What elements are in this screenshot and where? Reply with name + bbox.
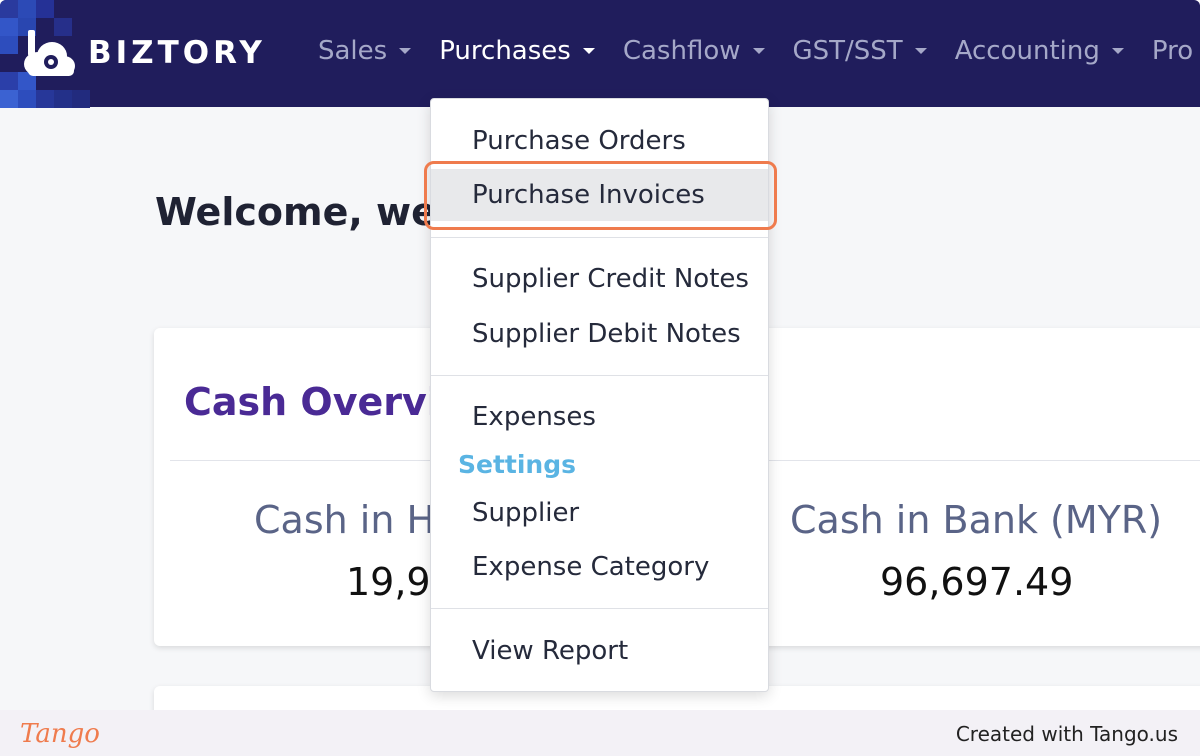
biztory-cloud-b-icon (22, 28, 76, 78)
menu-item-label: Supplier (472, 498, 580, 528)
menu-item-label: Purchase Orders (472, 126, 686, 156)
menu-item-label: Supplier Debit Notes (472, 319, 741, 349)
menu-item-label: Expenses (472, 402, 596, 432)
nav-gst-sst-label: GST/SST (792, 36, 903, 66)
menu-item-label: Expense Category (472, 552, 710, 582)
cash-in-hand-label: Cash in H (254, 498, 436, 542)
top-navbar: BIZTORY Sales Purchases Cashflow GST/SST… (0, 0, 1200, 108)
caret-down-icon (399, 48, 412, 54)
biztory-logo[interactable]: BIZTORY (22, 28, 266, 78)
menu-item-label: View Report (472, 636, 629, 666)
nav-sales-label: Sales (318, 36, 388, 66)
cash-in-bank-value: 96,697.49 (880, 560, 1074, 604)
nav-pro[interactable]: Pro (1152, 36, 1193, 66)
menu-item-supplier[interactable]: Supplier (431, 487, 768, 539)
nav-cashflow[interactable]: Cashflow (623, 36, 765, 66)
menu-item-purchase-orders[interactable]: Purchase Orders (431, 115, 768, 167)
caret-down-icon (914, 48, 927, 54)
caret-down-icon (752, 48, 765, 54)
menu-item-view-report[interactable]: View Report (431, 625, 768, 677)
menu-item-supplier-credit-notes[interactable]: Supplier Credit Notes (431, 253, 768, 305)
app-window: BIZTORY Sales Purchases Cashflow GST/SST… (0, 0, 1200, 710)
caret-down-icon (582, 48, 595, 54)
menu-divider (431, 375, 768, 376)
nav-purchases[interactable]: Purchases (439, 36, 595, 66)
menu-section-settings: Settings (458, 450, 577, 479)
nav-purchases-label: Purchases (439, 36, 571, 66)
nav-sales[interactable]: Sales (318, 36, 412, 66)
brand-name: BIZTORY (88, 35, 266, 71)
menu-divider (431, 237, 768, 238)
created-with-text: Created with Tango.us (955, 722, 1178, 746)
click-highlight-ring (424, 161, 777, 230)
tango-footer: Tango Created with Tango.us (0, 710, 1200, 756)
menu-divider (431, 608, 768, 609)
nav-pro-label: Pro (1151, 36, 1194, 66)
nav-accounting-label: Accounting (954, 36, 1100, 66)
tango-logo: Tango (20, 719, 100, 749)
caret-down-icon (1111, 48, 1124, 54)
nav-gst-sst[interactable]: GST/SST (793, 36, 927, 66)
cash-in-bank-label: Cash in Bank (MYR) (790, 498, 1163, 542)
nav-accounting[interactable]: Accounting (955, 36, 1124, 66)
nav-cashflow-label: Cashflow (622, 36, 741, 66)
main-nav: Sales Purchases Cashflow GST/SST Account… (318, 36, 1193, 66)
menu-item-label: Supplier Credit Notes (472, 264, 749, 294)
menu-item-expenses[interactable]: Expenses (431, 391, 768, 443)
menu-item-expense-category[interactable]: Expense Category (431, 541, 768, 593)
menu-item-supplier-debit-notes[interactable]: Supplier Debit Notes (431, 308, 768, 360)
